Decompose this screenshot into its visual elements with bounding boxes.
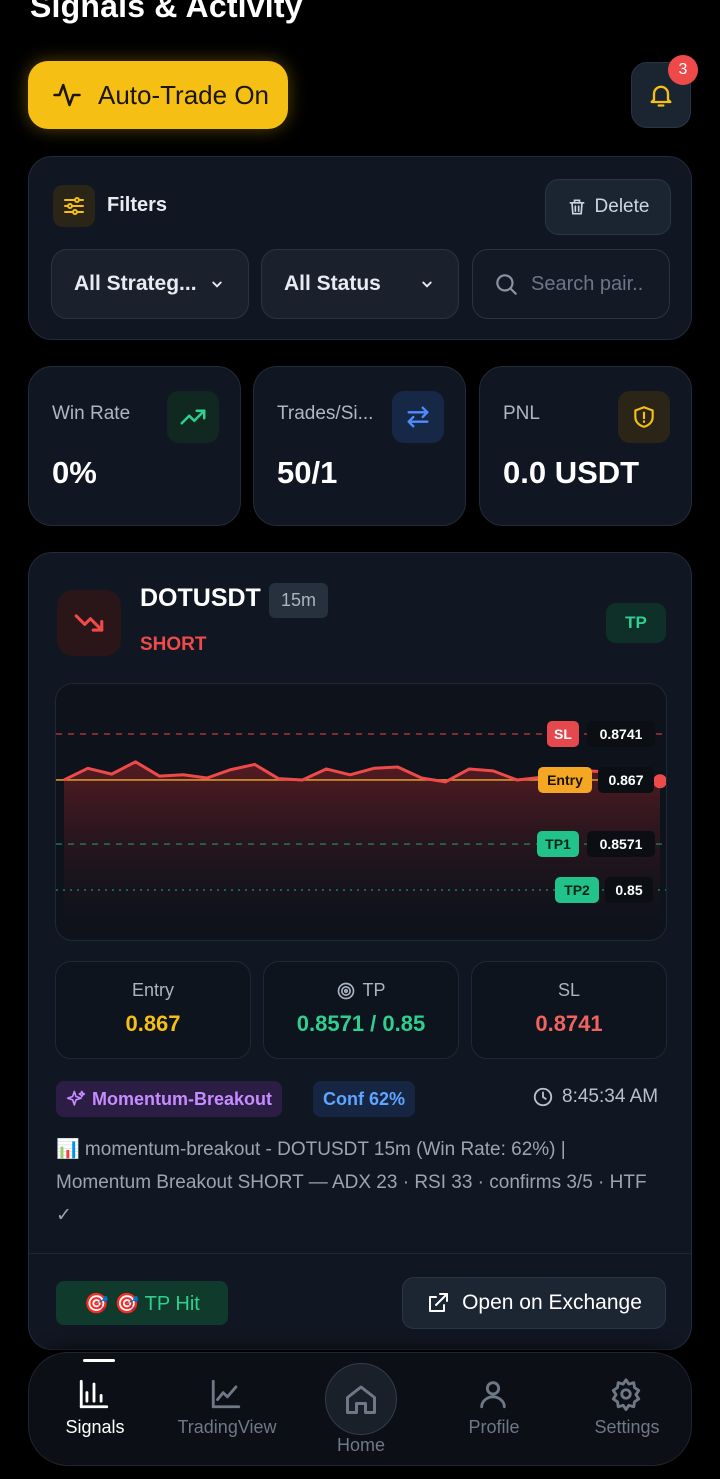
price-chart-svg: SL 0.8741 Entry 0.867 TP1 0.8571 TP2 0.8… [56, 721, 666, 940]
tp-hit-badge: 🎯 🎯 TP Hit [56, 1281, 228, 1325]
nav-signals[interactable]: Signals [35, 1353, 155, 1467]
signal-card[interactable]: DOTUSDT 15m SHORT TP SL 0.8741 Entry 0.8… [28, 552, 692, 1350]
stat-value: 50/1 [277, 455, 338, 490]
strategy-tag-label: Momentum-Breakout [92, 1088, 273, 1109]
bell-icon [650, 85, 672, 107]
target-icon [338, 982, 355, 999]
bar-chart-icon [79, 1379, 109, 1409]
signal-side: SHORT [140, 634, 207, 655]
delete-label: Delete [594, 196, 650, 217]
last-price-dot [653, 774, 666, 789]
shield-alert-icon [618, 391, 670, 443]
tp1-level-label: TP1 0.8571 [537, 831, 655, 858]
status-select-value: All Status [284, 272, 381, 295]
stat-label: Win Rate [52, 403, 131, 424]
entry-metric: Entry 0.867 [55, 961, 251, 1059]
nav-settings-label: Settings [594, 1417, 660, 1437]
tp-metric-header: TP [264, 980, 458, 1001]
open-on-exchange-label: Open on Exchange [462, 1291, 642, 1314]
sl-metric-value: 0.8741 [535, 1011, 603, 1036]
signal-time: 8:45:34 AM [532, 1086, 658, 1108]
entry-metric-label: Entry [131, 980, 174, 1000]
nav-signals-label: Signals [65, 1417, 125, 1437]
signal-pair: DOTUSDT [140, 584, 261, 612]
sl-level-label: SL 0.8741 [547, 721, 655, 747]
signal-time-text: 8:45:34 AM [562, 1086, 659, 1107]
svg-text:0.8741: 0.8741 [600, 726, 643, 742]
auto-trade-label: Auto-Trade On [98, 79, 270, 110]
sliders-icon [53, 185, 95, 227]
search-icon [496, 274, 517, 295]
nav-home[interactable] [325, 1363, 397, 1435]
sparkles-icon [66, 1090, 86, 1106]
nav-settings[interactable]: Settings [567, 1353, 687, 1467]
stat-value: 0% [52, 455, 97, 490]
tp-metric: TP 0.8571 / 0.85 [263, 961, 459, 1059]
swap-arrows-icon [392, 391, 444, 443]
page-title: Signals & Activity [30, 0, 303, 24]
clock-icon [533, 1087, 553, 1107]
strategy-tag: Momentum-Breakout [56, 1081, 283, 1117]
svg-text:SL: SL [554, 726, 572, 742]
active-tab-indicator [83, 1359, 115, 1362]
entry-metric-value: 0.867 [125, 1011, 181, 1036]
trending-up-icon [167, 391, 219, 443]
sl-metric: SL 0.8741 [471, 961, 667, 1059]
external-link-icon [429, 1293, 449, 1312]
delete-button[interactable]: Delete [545, 179, 671, 235]
open-on-exchange-button[interactable]: Open on Exchange [402, 1277, 666, 1329]
nav-profile-label: Profile [468, 1417, 520, 1437]
tp-metric-label: TP [362, 980, 386, 1000]
activity-icon [53, 83, 81, 107]
filters-label: Filters [107, 194, 168, 216]
stat-card-trades: Trades/Si... 50/1 [253, 366, 466, 526]
auto-trade-toggle[interactable]: Auto-Trade On [28, 61, 288, 129]
strategy-select[interactable]: All Strateg... [51, 249, 249, 319]
chevron-down-icon [422, 281, 432, 288]
user-icon [480, 1381, 506, 1409]
nav-tradingview-label: TradingView [177, 1417, 277, 1437]
svg-text:TP2: TP2 [564, 882, 590, 898]
search-field[interactable] [472, 249, 670, 319]
signal-description: 📊 momentum-breakout - DOTUSDT 15m (Win R… [56, 1139, 647, 1226]
price-chart: SL 0.8741 Entry 0.867 TP1 0.8571 TP2 0.8… [55, 683, 667, 941]
nav-profile[interactable]: Profile [434, 1353, 554, 1467]
confidence-tag: Conf 62% [313, 1081, 416, 1117]
status-badge: TP [606, 603, 666, 643]
trash-icon [569, 199, 585, 215]
tp-metric-value: 0.8571 / 0.85 [296, 1011, 426, 1036]
stat-value: 0.0 USDT [503, 455, 640, 490]
stat-label: PNL [503, 403, 540, 424]
sl-metric-label: SL [557, 980, 581, 1000]
svg-text:0.85: 0.85 [615, 882, 642, 898]
nav-tradingview[interactable]: TradingView [167, 1353, 287, 1467]
trending-down-icon [57, 590, 121, 656]
svg-text:0.8571: 0.8571 [600, 836, 643, 852]
svg-text:TP1: TP1 [545, 836, 571, 852]
svg-text:Entry: Entry [547, 772, 583, 788]
bottom-nav: Signals TradingView Home Profile Setting… [28, 1352, 692, 1466]
stat-card-win-rate: Win Rate 0% [28, 366, 241, 526]
search-input[interactable] [531, 272, 661, 296]
strategy-select-value: All Strateg... [74, 272, 197, 295]
svg-text:0.867: 0.867 [608, 772, 643, 788]
line-chart-icon [211, 1379, 241, 1409]
notification-count-badge: 3 [668, 55, 698, 85]
divider [29, 1253, 691, 1254]
filters-panel: Filters Delete All Strateg... All Status [28, 156, 692, 340]
home-icon [346, 1385, 376, 1414]
stat-label: Trades/Si... [277, 403, 374, 424]
nav-home-label: Home [336, 1435, 385, 1455]
timeframe-badge: 15m [269, 583, 329, 618]
chevron-down-icon [212, 281, 222, 288]
stat-card-pnl: PNL 0.0 USDT [479, 366, 692, 526]
gear-icon [611, 1378, 641, 1411]
status-select[interactable]: All Status [261, 249, 459, 319]
